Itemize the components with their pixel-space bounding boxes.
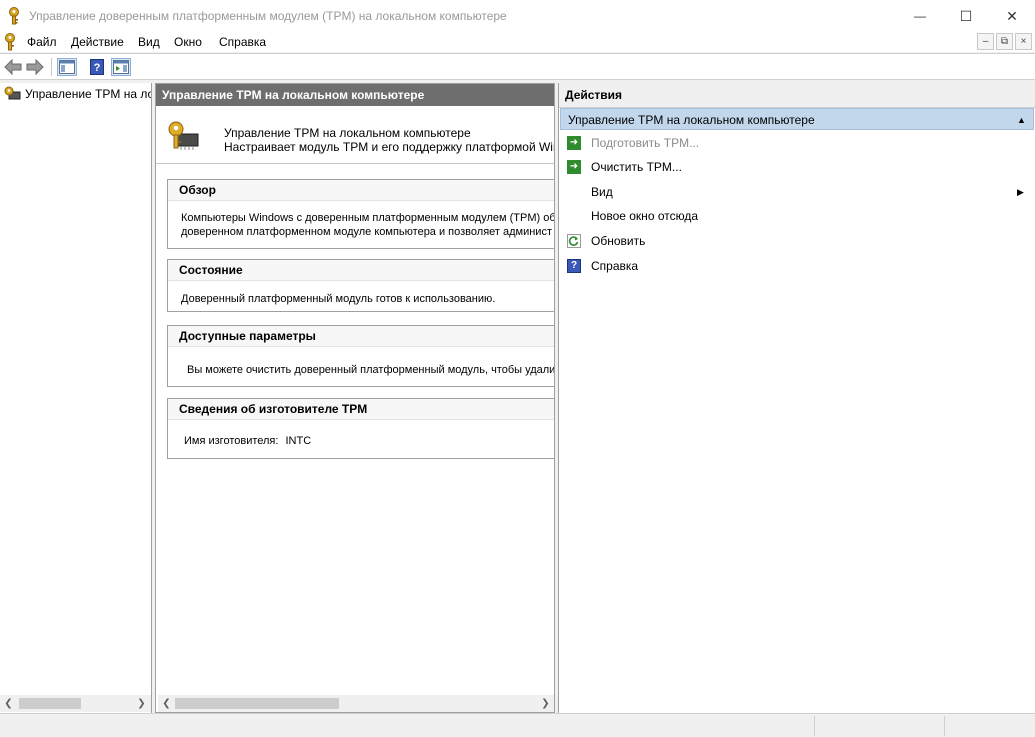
close-icon: ✕ [1006,7,1018,24]
manufacturer-label: Имя изготовителя: [184,435,279,447]
forward-button[interactable] [25,58,45,76]
available-options-text: Вы можете очистить доверенный платформен… [187,364,555,376]
maximize-button[interactable]: ☐ [943,0,989,32]
available-options-section: Доступные параметры Вы можете очистить д… [167,325,555,387]
action-new-window[interactable]: Новое окно отсюда [559,204,1035,228]
status-cell [944,716,1035,736]
toolbar: ? [0,53,1035,80]
svg-text:?: ? [94,62,101,74]
tree-horizontal-scrollbar[interactable]: ❮ ❯ [0,695,151,712]
mdi-restore-icon: ⧉ [1000,36,1009,47]
overview-section: Обзор Компьютеры Windows с доверенным пл… [167,179,555,249]
actions-pane-header: Действия [559,83,1035,108]
banner: Управление TPM на локальном компьютере Н… [156,106,555,164]
results-scroll-thumb[interactable] [175,698,339,709]
mdi-restore-button[interactable]: ⧉ [996,33,1013,50]
green-arrow-icon: ➜ [567,136,581,150]
menu-help[interactable]: Справка [219,35,266,49]
status-bar [0,713,1035,737]
help-button[interactable]: ? [87,58,107,76]
help-icon: ? [90,59,104,75]
menu-action[interactable]: Действие [71,35,124,49]
status-title: Состояние [168,260,554,281]
actions-pane: Действия Управление TPM на локальном ком… [558,83,1035,713]
mdi-minimize-button[interactable]: – [977,33,994,50]
action-pane-icon [113,60,129,74]
manufacturer-section: Сведения об изготовителе TPM Имя изготов… [167,398,554,459]
status-section: Состояние Доверенный платформенный модул… [167,259,554,312]
title-bar: Управление доверенным платформенным моду… [0,0,1035,32]
menu-bar: Файл Действие Вид Окно Справка [0,32,1035,52]
banner-subtitle: Настраивает модуль TPM и его поддержку п… [224,140,555,154]
tree-item-label: Управление TPM на локальном компьютере [25,87,151,101]
action-label: Очистить TPM... [591,160,682,174]
results-horizontal-scrollbar[interactable]: ❮ ❯ [158,695,554,712]
minimize-icon: — [914,9,926,23]
close-button[interactable]: ✕ [989,0,1035,32]
app-key-icon [7,7,21,25]
show-hide-actions-button[interactable] [111,58,131,76]
forward-arrow-icon [26,59,44,75]
show-hide-tree-button[interactable] [57,58,77,76]
action-refresh[interactable]: Обновить [559,229,1035,253]
action-label: Подготовить TPM... [591,136,700,150]
menu-app-icon[interactable] [3,33,17,51]
action-clear-tpm[interactable]: ➜ Очистить TPM... [559,155,1035,179]
mdi-close-button[interactable]: × [1015,33,1032,50]
scroll-right-icon[interactable]: ❯ [133,695,150,712]
tpm-key-chip-icon [166,120,202,155]
minimize-button[interactable]: — [897,0,943,32]
tpm-chip-icon [4,86,22,105]
console-tree-icon [59,60,75,74]
maximize-icon: ☐ [959,7,973,24]
available-options-title: Доступные параметры [168,326,554,347]
manufacturer-value: INTC [285,435,312,447]
action-label: Справка [591,259,639,273]
results-pane: Управление TPM на локальном компьютере У… [155,83,555,713]
menu-file[interactable]: Файл [27,35,57,49]
tree-item-tpm[interactable]: Управление TPM на локальном компьютере [0,85,151,105]
overview-title: Обзор [168,180,554,201]
green-arrow-icon: ➜ [567,160,581,174]
console-tree: Управление TPM на локальном компьютере ❮… [0,83,152,713]
banner-title: Управление TPM на локальном компьютере [224,126,471,140]
scroll-left-icon[interactable]: ❮ [0,695,17,712]
action-label: Вид [591,185,613,199]
mdi-minimize-icon: – [982,36,989,47]
manufacturer-title: Сведения об изготовителе TPM [168,399,554,420]
scroll-left-icon[interactable]: ❮ [158,695,175,712]
help-icon: ? [567,259,581,273]
results-pane-header: Управление TPM на локальном компьютере [156,84,554,106]
collapse-triangle-icon: ▲ [1017,115,1026,125]
action-label: Обновить [591,234,646,248]
action-help[interactable]: ? Справка [559,254,1035,278]
actions-group-header[interactable]: Управление TPM на локальном компьютере ▲ [560,108,1034,130]
menu-view[interactable]: Вид [138,35,160,49]
mdi-close-icon: × [1020,36,1027,47]
back-arrow-icon [4,59,22,75]
overview-line-2: доверенном платформенном модуле компьюте… [181,226,552,238]
window-title: Управление доверенным платформенным моду… [29,9,507,23]
action-label: Новое окно отсюда [591,209,699,223]
overview-line-1: Компьютеры Windows с доверенным платформ… [181,212,555,224]
action-view[interactable]: Вид ▶ [559,180,1035,204]
menu-window[interactable]: Окно [174,35,202,49]
scroll-right-icon[interactable]: ❯ [537,695,554,712]
back-button[interactable] [3,58,23,76]
actions-group-title: Управление TPM на локальном компьютере [568,113,815,127]
action-prepare-tpm[interactable]: ➜ Подготовить TPM... [559,131,1035,155]
toolbar-separator [51,58,52,76]
refresh-icon [567,234,581,248]
status-text: Доверенный платформенный модуль готов к … [181,293,496,305]
status-cell [814,716,945,736]
submenu-arrow-icon: ▶ [1017,187,1024,197]
tree-scroll-thumb[interactable] [19,698,81,709]
